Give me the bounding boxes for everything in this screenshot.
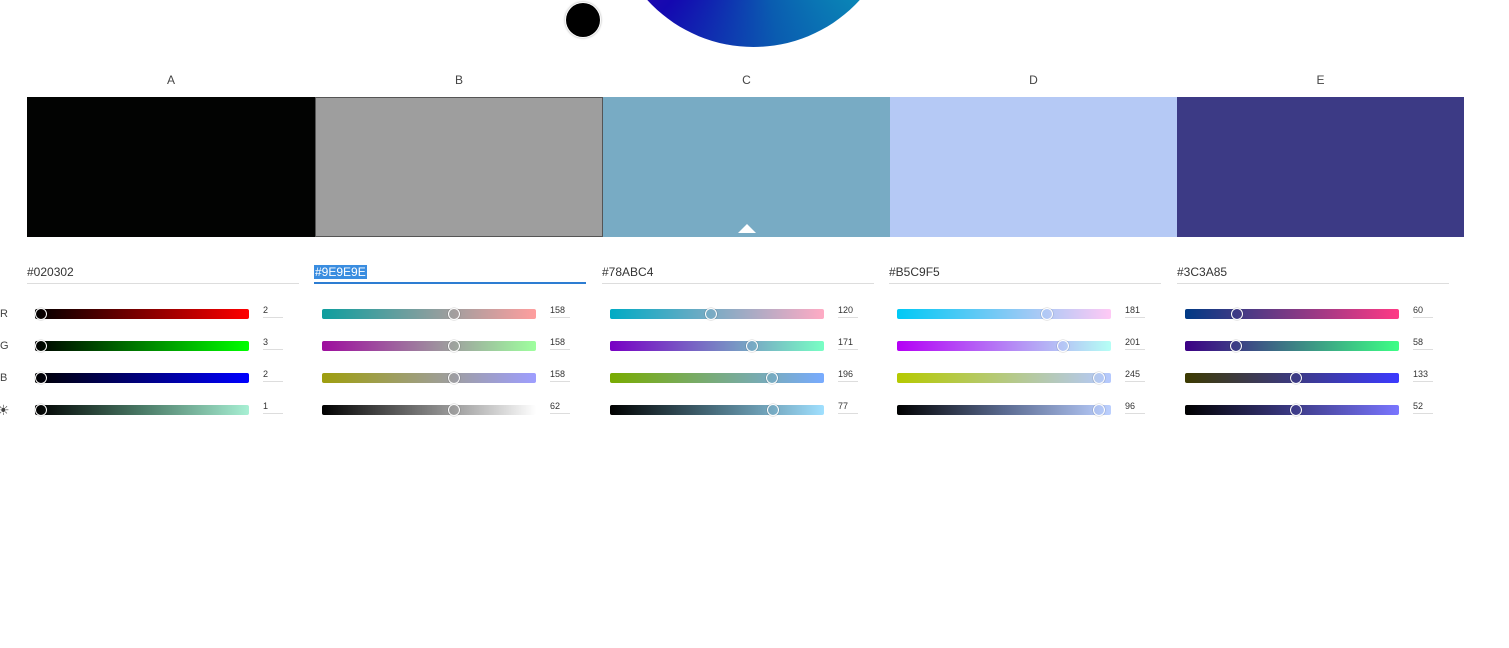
channel-value[interactable]: 201 <box>1125 337 1145 350</box>
color-swatch[interactable] <box>603 97 890 237</box>
channel-value[interactable]: 2 <box>263 305 283 318</box>
slider-g[interactable] <box>322 340 536 352</box>
slider-thumb[interactable] <box>746 340 759 352</box>
color-swatch[interactable] <box>1177 97 1464 237</box>
slider-brightness[interactable] <box>897 404 1111 416</box>
slider-thumb[interactable] <box>766 372 779 384</box>
hex-value: #9E9E9E <box>314 265 367 279</box>
slider-g[interactable] <box>610 340 824 352</box>
slider-thumb[interactable] <box>1092 372 1105 384</box>
channel-value[interactable]: 62 <box>550 401 570 414</box>
selected-swatch-caret <box>738 224 756 233</box>
column-label: B <box>454 73 463 87</box>
channel-label-g: G <box>0 340 9 352</box>
channel-value[interactable]: 96 <box>1125 401 1145 414</box>
slider-r[interactable] <box>322 308 536 320</box>
slider-thumb[interactable] <box>35 340 48 352</box>
hex-value: #020302 <box>27 265 74 279</box>
channel-label-r: R <box>0 308 8 320</box>
slider-thumb[interactable] <box>1290 372 1303 384</box>
hex-input[interactable]: #9E9E9E <box>314 264 586 284</box>
slider-thumb[interactable] <box>1290 404 1303 416</box>
slider-thumb[interactable] <box>447 340 460 352</box>
slider-thumb[interactable] <box>1041 308 1054 320</box>
hex-input[interactable]: #3C3A85 <box>1177 264 1449 284</box>
slider-thumb[interactable] <box>35 404 48 416</box>
color-wheel[interactable] <box>610 0 897 47</box>
slider-thumb[interactable] <box>766 404 779 416</box>
slider-brightness[interactable] <box>322 404 536 416</box>
channel-value[interactable]: 133 <box>1413 369 1433 382</box>
slider-g[interactable] <box>1185 340 1399 352</box>
channel-value[interactable]: 1 <box>263 401 283 414</box>
slider-b[interactable] <box>610 372 824 384</box>
channel-value[interactable]: 245 <box>1125 369 1145 382</box>
column-label: C <box>742 73 751 87</box>
channel-value[interactable]: 77 <box>838 401 858 414</box>
slider-b[interactable] <box>322 372 536 384</box>
sun-icon: ☀ <box>0 402 10 418</box>
hex-value: #3C3A85 <box>1177 265 1228 279</box>
slider-thumb[interactable] <box>34 372 47 384</box>
channel-value[interactable]: 158 <box>550 337 570 350</box>
slider-brightness[interactable] <box>610 404 824 416</box>
slider-brightness[interactable] <box>1185 404 1399 416</box>
slider-r[interactable] <box>1185 308 1399 320</box>
slider-r[interactable] <box>34 308 249 320</box>
channel-value[interactable]: 158 <box>550 369 570 382</box>
hex-value: #78ABC4 <box>602 265 654 279</box>
column-label: D <box>1029 73 1038 87</box>
hex-input[interactable]: #B5C9F5 <box>889 264 1161 284</box>
slider-thumb[interactable] <box>1231 308 1244 320</box>
channel-value[interactable]: 2 <box>263 369 283 382</box>
color-swatch[interactable] <box>27 97 315 237</box>
channel-value[interactable]: 196 <box>838 369 858 382</box>
channel-value[interactable]: 158 <box>550 305 570 318</box>
slider-thumb[interactable] <box>1057 340 1070 352</box>
color-swatch[interactable] <box>890 97 1177 237</box>
hex-input[interactable]: #020302 <box>27 264 299 284</box>
slider-g[interactable] <box>897 340 1111 352</box>
channel-label-b: B <box>0 372 8 384</box>
slider-thumb[interactable] <box>447 404 460 416</box>
hex-input[interactable]: #78ABC4 <box>602 264 874 284</box>
slider-g[interactable] <box>35 340 249 352</box>
slider-thumb[interactable] <box>447 372 460 384</box>
slider-b[interactable] <box>34 372 249 384</box>
slider-thumb[interactable] <box>1092 404 1105 416</box>
slider-thumb[interactable] <box>34 308 47 320</box>
slider-thumb[interactable] <box>704 308 717 320</box>
slider-b[interactable] <box>1185 372 1399 384</box>
slider-thumb[interactable] <box>447 308 460 320</box>
channel-value[interactable]: 181 <box>1125 305 1145 318</box>
slider-thumb[interactable] <box>1229 340 1242 352</box>
channel-value[interactable]: 60 <box>1413 305 1433 318</box>
channel-value[interactable]: 120 <box>838 305 858 318</box>
channel-value[interactable]: 58 <box>1413 337 1433 350</box>
slider-brightness[interactable] <box>35 404 249 416</box>
slider-r[interactable] <box>610 308 824 320</box>
slider-r[interactable] <box>897 308 1111 320</box>
color-wheel-handle[interactable] <box>566 3 600 37</box>
column-label: E <box>1316 73 1325 87</box>
hex-value: #B5C9F5 <box>889 265 940 279</box>
slider-b[interactable] <box>897 372 1111 384</box>
channel-value[interactable]: 171 <box>838 337 858 350</box>
column-label: A <box>166 73 175 87</box>
channel-value[interactable]: 3 <box>263 337 283 350</box>
channel-value[interactable]: 52 <box>1413 401 1433 414</box>
color-swatch[interactable] <box>315 97 603 237</box>
